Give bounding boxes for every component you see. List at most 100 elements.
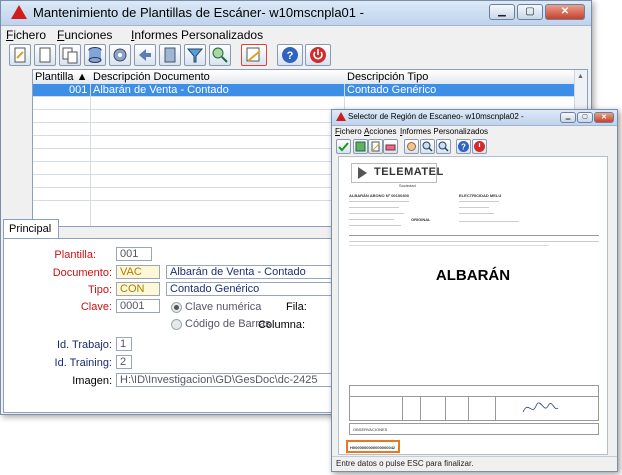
plantilla-field[interactable]: 001	[116, 247, 152, 261]
filter-icon	[186, 48, 204, 63]
clave-label: Clave:	[80, 301, 112, 313]
copy-doc-button[interactable]	[59, 44, 81, 66]
maximize-button[interactable]: ▢	[517, 4, 543, 20]
new-doc-button[interactable]	[9, 44, 31, 66]
imagen-field[interactable]: H:\ID\Investigacion\GD\GesDoc\dc-2425	[116, 373, 366, 387]
scroll-up-icon[interactable]: ▲	[577, 73, 584, 80]
col-header-plantilla[interactable]: Plantilla ▲	[35, 71, 87, 83]
second-titlebar[interactable]: Selector de Región de Escaneo- w10mscnpl…	[332, 110, 617, 126]
eraser-button[interactable]	[383, 139, 398, 154]
app-logo-icon	[11, 5, 27, 19]
id-trabajo-label: Id. Trabajo:	[56, 339, 112, 351]
document-heading: ALBARÁN ABONO Nº 00100400	[349, 193, 409, 198]
help-button[interactable]: ?	[277, 44, 303, 66]
second-window-title: Selector de Región de Escaneo- w10mscnpl…	[348, 112, 524, 121]
tipo-code-field[interactable]: CON	[116, 282, 160, 296]
totals-table	[349, 385, 599, 421]
documento-code-field[interactable]: VAC	[116, 265, 160, 279]
minimize-icon: ▁	[498, 6, 506, 17]
menu-acciones[interactable]: Acciones	[364, 127, 396, 136]
col-header-documento[interactable]: Descripción Documento	[93, 71, 210, 83]
back-arrow-icon	[139, 49, 151, 61]
hand-icon	[407, 142, 416, 151]
zoom-in-button[interactable]	[420, 139, 435, 154]
search-button[interactable]	[209, 44, 231, 66]
second-power-button[interactable]	[472, 139, 487, 154]
cell-tipo: Contado Genérico	[347, 84, 437, 96]
maximize-icon: ▢	[582, 114, 588, 120]
main-toolbar: ?	[1, 44, 591, 68]
tipo-label: Tipo:	[87, 284, 112, 296]
second-help-button[interactable]: ?	[456, 139, 471, 154]
status-text: Entre datos o pulse ESC para finalizar.	[336, 459, 474, 468]
minimize-icon: ▁	[565, 114, 571, 120]
edit-icon	[371, 141, 380, 152]
signature-icon	[522, 402, 559, 413]
second-minimize-button[interactable]: ▁	[560, 112, 576, 123]
menu-informes[interactable]: Informes Personalizados	[400, 127, 488, 136]
second-close-button[interactable]: ✕	[594, 112, 614, 123]
id-training-field[interactable]: 2	[116, 355, 132, 369]
power-icon	[474, 141, 485, 152]
client-name: ELECTRICIDAD MELU	[459, 193, 502, 198]
sort-asc-icon: ▲	[76, 71, 88, 83]
accept-button[interactable]	[336, 139, 351, 154]
gear-button[interactable]	[109, 44, 131, 66]
back-button[interactable]	[134, 44, 156, 66]
clave-numerica-label: Clave numérica	[185, 301, 262, 313]
help-icon: ?	[282, 47, 298, 63]
second-maximize-button[interactable]: ▢	[577, 112, 593, 123]
filter-button[interactable]	[184, 44, 206, 66]
save-doc-button[interactable]	[159, 44, 181, 66]
menu-fichero[interactable]: Fichero	[6, 28, 46, 42]
clave-numerica-radio[interactable]	[171, 302, 182, 313]
cell-documento: Albarán de Venta - Contado	[93, 84, 229, 96]
zoom-out-button[interactable]	[436, 139, 451, 154]
close-button[interactable]: ✕	[545, 4, 585, 20]
second-menubar: Fichero Acciones Informes Personalizados	[332, 126, 617, 138]
main-menubar: Fichero Funciones Informes Personalizado…	[1, 26, 591, 44]
new-doc-icon	[14, 47, 26, 63]
albaran-label: ALBARÁN	[435, 267, 511, 284]
imagen-label: Imagen:	[72, 375, 112, 387]
database-button[interactable]	[84, 44, 106, 66]
menu-fichero[interactable]: Fichero	[335, 127, 362, 136]
company-name: TELEMATEL	[374, 166, 444, 178]
selected-scan-region[interactable]: H0000000000000000042	[346, 440, 400, 453]
cell-plantilla: 001	[69, 84, 88, 96]
save-button[interactable]	[353, 139, 368, 154]
status-bar: Entre datos o pulse ESC para finalizar.	[332, 456, 617, 471]
power-button[interactable]	[305, 44, 331, 66]
blank-doc-button[interactable]	[34, 44, 56, 66]
grid-header: Plantilla ▲ Descripción Documento Descri…	[33, 70, 587, 85]
tab-principal-label: Principal	[9, 223, 52, 235]
menu-funciones[interactable]: Funciones	[57, 28, 112, 42]
play-icon	[358, 167, 367, 179]
help-icon: ?	[458, 141, 469, 152]
codigo-barras-radio[interactable]	[171, 319, 182, 330]
main-titlebar[interactable]: Mantenimiento de Plantillas de Escáner- …	[1, 1, 591, 26]
save-doc-icon	[164, 47, 176, 63]
table-row[interactable]: 001 Albarán de Venta - Contado Contado G…	[33, 84, 575, 97]
col-header-tipo[interactable]: Descripción Tipo	[347, 71, 428, 83]
edit-button[interactable]	[368, 139, 383, 154]
hand-button[interactable]	[404, 139, 419, 154]
svg-text:?: ?	[461, 143, 466, 152]
blank-doc-icon	[39, 47, 51, 63]
columna-label: Columna:	[258, 319, 306, 331]
barcode-text: H0000000000000000042	[350, 445, 396, 450]
menu-informes[interactable]: Informes Personalizados	[131, 28, 263, 42]
id-trabajo-field[interactable]: 1	[116, 337, 132, 351]
clave-field[interactable]: 0001	[116, 299, 160, 313]
edit-scan-button[interactable]	[241, 44, 267, 66]
minimize-button[interactable]: ▁	[489, 4, 515, 20]
check-icon	[338, 142, 349, 152]
observaciones-box: OBSERVACIONES	[349, 423, 599, 435]
scanned-document-preview[interactable]: TELEMATEL Sociedad ALBARÁN ABONO Nº 0010…	[338, 156, 608, 455]
copy-doc-icon	[62, 47, 78, 64]
power-icon	[310, 47, 326, 63]
tab-principal[interactable]: Principal	[3, 219, 59, 239]
app-logo-icon	[336, 112, 346, 121]
region-selector-window: Selector de Región de Escaneo- w10mscnpl…	[331, 109, 618, 472]
documento-label: Documento:	[52, 267, 112, 279]
